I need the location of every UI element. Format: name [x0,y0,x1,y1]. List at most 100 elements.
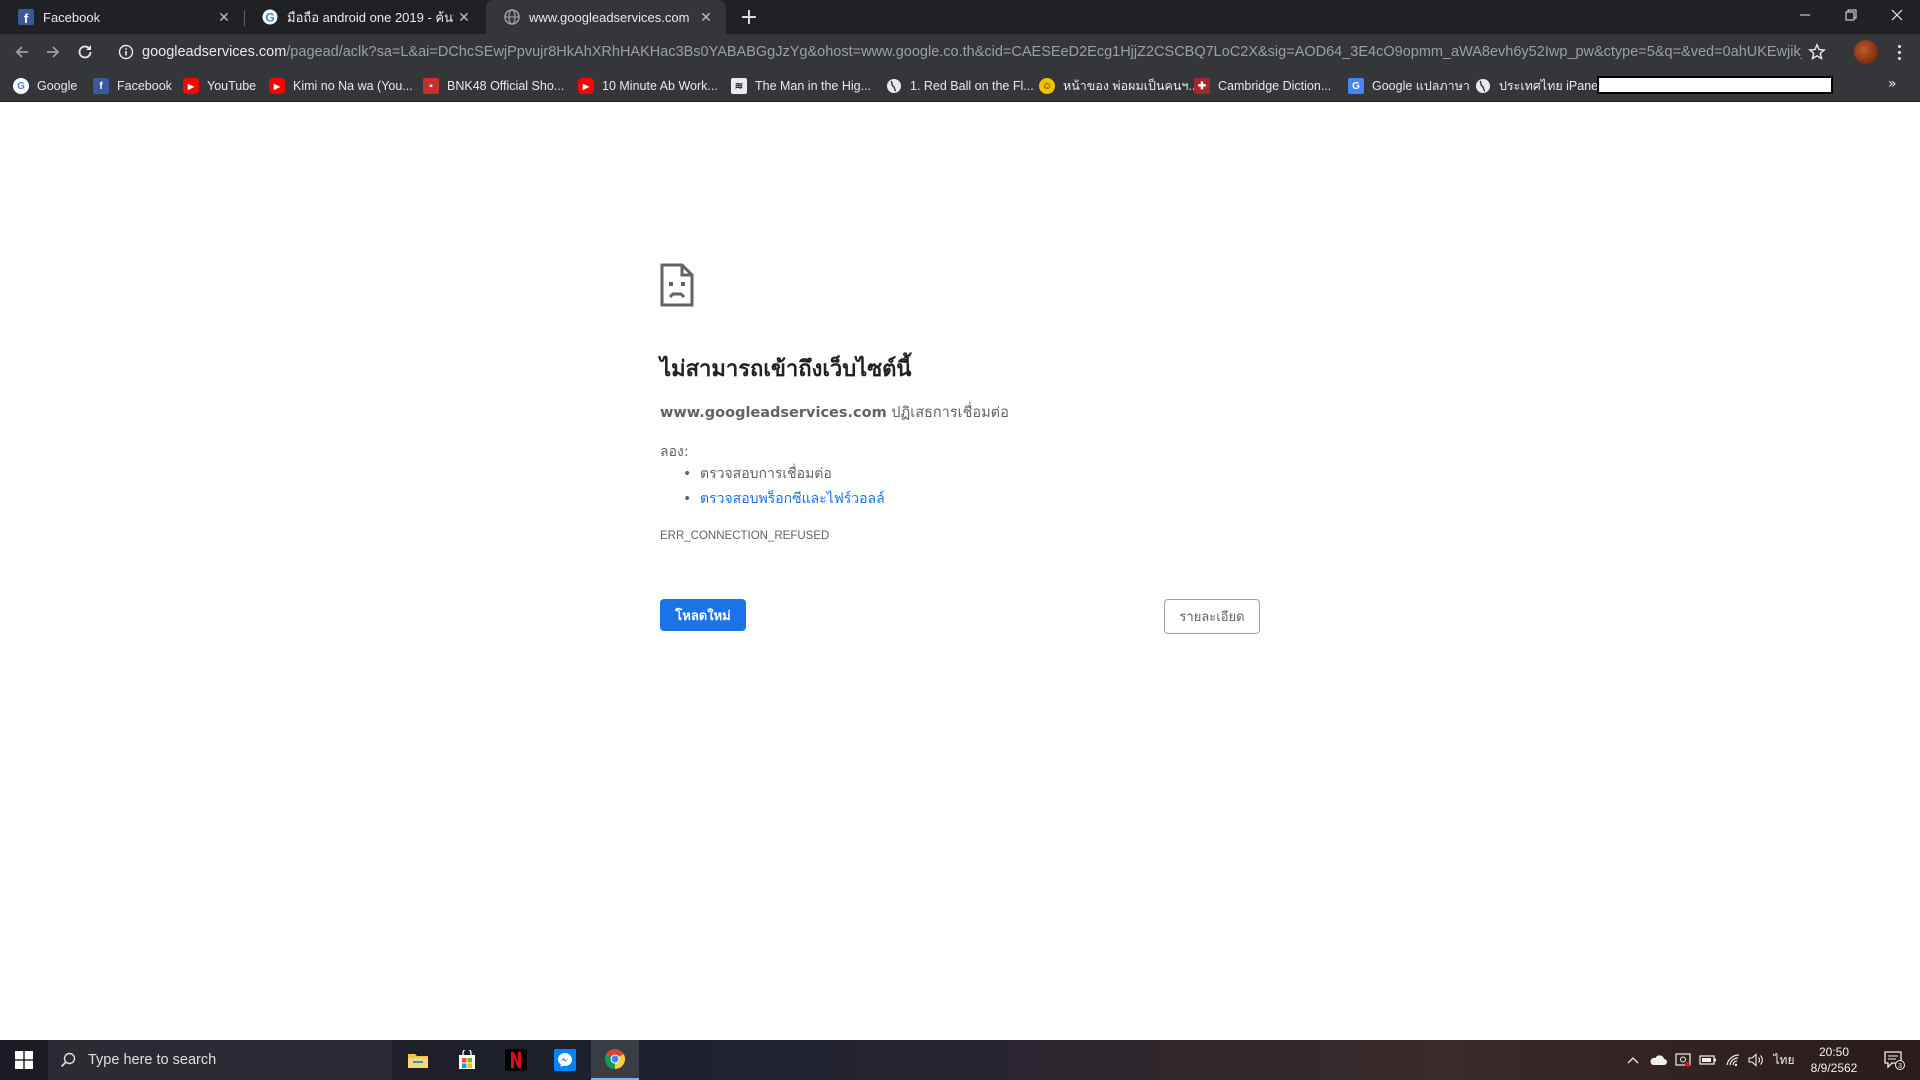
suggestion-list: ตรวจสอบการเชื่อมต่อ ตรวจสอบพร็อกซีและไฟร… [683,463,885,513]
sad-document-icon [660,263,694,311]
volume-icon[interactable] [1745,1040,1767,1080]
restore-icon [1845,9,1857,21]
back-button[interactable] [8,38,36,66]
svg-text:G: G [265,11,274,25]
action-center-button[interactable]: 3 [1874,1040,1914,1080]
more-bookmarks-chevron-icon[interactable]: » [1888,76,1897,92]
chrome-menu-button[interactable] [1890,40,1908,64]
facebook-icon: f [93,78,109,94]
tab-title: มือถือ android one 2019 - ค้นหาด้วย Goog… [287,9,454,25]
google-icon: G [13,78,29,94]
show-hidden-icons-chevron-icon[interactable] [1622,1040,1644,1080]
google-icon: G [262,9,278,25]
bookmark-label: Cambridge Diction... [1218,79,1332,93]
globe-icon [504,9,520,25]
reload-page-button[interactable]: โหลดใหม่ [660,599,746,631]
notification-icon: 3 [1884,1051,1905,1070]
error-host: www.googleadservices.com [660,405,887,421]
store-icon [459,1050,475,1069]
tab-title: www.googleadservices.com [529,9,690,25]
clock-date: 8/9/2562 [1810,1061,1858,1075]
start-button[interactable] [0,1040,48,1080]
close-icon[interactable]: ✕ [696,7,716,27]
bookmark-label: Facebook [117,79,172,93]
close-window-icon [1891,9,1903,21]
bookmark-ipanel[interactable]: ประเทศไทย iPanel [1475,76,1601,96]
tab-title: Facebook [43,9,101,25]
new-tab-button[interactable]: + [736,4,762,30]
tab-strip: f Facebook ✕ G มือถือ android one 2019 -… [0,0,1920,34]
globe-icon [886,78,902,94]
input-language[interactable]: ไทย [1770,1040,1798,1080]
youtube-icon: ▶ [578,78,594,94]
bookmark-label: 10 Minute Ab Work... [602,79,718,93]
bookmark-star-icon[interactable] [1808,43,1826,65]
youtube-icon: ▶ [183,78,199,94]
bookmark-label: 1. Red Ball on the Fl... [910,79,1034,93]
url-text[interactable]: googleadservices.com/pagead/aclk?sa=L&ai… [142,44,1802,60]
onedrive-icon[interactable] [1647,1040,1669,1080]
tab-googleadservices[interactable]: www.googleadservices.com ✕ [486,0,726,34]
bookmark-red-ball[interactable]: 1. Red Ball on the Fl... [886,76,1034,96]
redacted-bookmark[interactable] [1597,76,1833,94]
browser-toolbar: googleadservices.com/pagead/aclk?sa=L&ai… [0,34,1920,70]
windows-logo-icon [15,1051,33,1069]
wifi-icon[interactable] [1722,1040,1744,1080]
bookmark-label: Google [37,79,78,93]
tab-facebook[interactable]: f Facebook ✕ [0,0,244,34]
bookmark-facebook[interactable]: f Facebook [93,76,172,96]
bookmark-youtube[interactable]: ▶ YouTube [183,76,256,96]
chrome-button[interactable] [591,1040,639,1080]
reload-button[interactable] [71,38,99,66]
error-code: ERR_CONNECTION_REFUSED [660,530,830,542]
battery-icon[interactable] [1697,1040,1719,1080]
cambridge-icon: ✚ [1194,78,1210,94]
netflix-button[interactable] [492,1040,540,1080]
info-icon[interactable] [110,44,142,60]
restore-button[interactable] [1828,0,1874,30]
bookmark-label: Kimi no Na wa (You... [293,79,413,93]
profile-avatar[interactable] [1854,40,1878,64]
minimize-icon [1800,14,1810,16]
messenger-icon [554,1049,576,1071]
try-label: ลอง: [660,444,689,460]
bookmark-google-translate[interactable]: G Google แปลภาษา [1348,76,1470,96]
error-heading: ไม่สามารถเข้าถึงเว็บไซต์นี้ [660,357,912,382]
close-icon[interactable]: ✕ [214,7,234,27]
address-bar[interactable]: googleadservices.com/pagead/aclk?sa=L&ai… [110,37,1840,67]
bookmark-thai-page[interactable]: ☺ หน้าของ พ่อผมเป็นคนฯ... [1039,76,1199,96]
store-button[interactable] [443,1040,491,1080]
bookmark-bnk48[interactable]: ▪ BNK48 Official Sho... [423,76,564,96]
details-button[interactable]: รายละเอียด [1164,599,1260,634]
clock[interactable]: 20:50 8/9/2562 [1800,1044,1868,1076]
bookmark-cambridge[interactable]: ✚ Cambridge Diction... [1194,76,1331,96]
bookmark-label: YouTube [207,79,257,93]
taskbar-search[interactable]: Type here to search [48,1040,392,1080]
bookmark-kimi-no-na-wa[interactable]: ▶ Kimi no Na wa (You... [269,76,413,96]
bookmark-label: BNK48 Official Sho... [447,79,565,93]
tab-google-search[interactable]: G มือถือ android one 2019 - ค้นหาด้วย Go… [244,0,484,34]
globe-icon [1475,78,1491,94]
forward-button[interactable] [39,38,67,66]
bookmark-man-in-high-castle[interactable]: ≋ The Man in the Hig... [731,76,871,96]
close-window-button[interactable] [1874,0,1920,30]
bookmark-google[interactable]: G Google [13,76,77,96]
back-arrow-icon [15,46,28,58]
minimize-button[interactable] [1782,0,1828,30]
messenger-button[interactable] [541,1040,589,1080]
youtube-icon: ▶ [269,78,285,94]
search-icon [48,1052,88,1068]
reload-icon [78,45,92,59]
security-icon[interactable] [1672,1040,1694,1080]
emoji-icon: ☺ [1039,78,1055,94]
shop-bag-icon: ▪ [423,78,439,94]
suggestion-check-connection: ตรวจสอบการเชื่อมต่อ [683,463,885,488]
suggestion-check-proxy-firewall-link[interactable]: ตรวจสอบพร็อกซีและไฟร์วอลล์ [683,488,885,513]
bookmark-10-minute-ab[interactable]: ▶ 10 Minute Ab Work... [578,76,718,96]
url-host: googleadservices.com [142,44,287,60]
svg-text:f: f [24,11,29,25]
error-message: www.googleadservices.com ปฏิเสธการเชื่อม… [660,401,1009,424]
windows-taskbar: Type here to search ไทย 20:50 8/9/2562 3 [0,1040,1920,1080]
close-icon[interactable]: ✕ [454,7,474,27]
file-explorer-button[interactable] [394,1040,442,1080]
